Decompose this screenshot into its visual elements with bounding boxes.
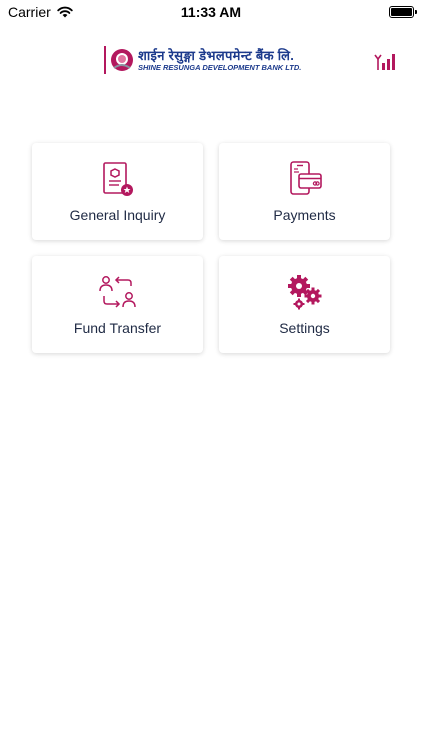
document-icon [102,162,133,196]
transfer-icon [98,276,136,308]
logo-bar [104,46,106,74]
settings-label: Settings [279,320,330,336]
general-inquiry-label: General Inquiry [69,207,166,223]
fund-transfer-card[interactable]: Fund Transfer [32,256,203,353]
screen: Carrier 11:33 AM शाईन रेसुङ्गा डेभलपमेन्… [0,0,422,750]
bank-name-nepali: शाईन रेसुङ्गा डेभलपमेन्ट बैंक लि. [138,47,295,63]
header: शाईन रेसुङ्गा डेभलपमेन्ट बैंक लि. SHINE … [0,44,422,80]
menu-grid: General Inquiry Payments Fund Transfer S… [32,143,390,353]
card-phone-icon [289,161,322,195]
settings-card[interactable]: Settings [219,256,390,353]
bank-logo: शाईन रेसुङ्गा डेभलपमेन्ट बैंक लि. SHINE … [104,46,301,74]
logo-mark-icon [111,49,133,71]
general-inquiry-card[interactable]: General Inquiry [32,143,203,240]
fund-transfer-label: Fund Transfer [73,320,162,336]
status-bar: Carrier 11:33 AM [0,0,422,24]
logo-text: शाईन रेसुङ्गा डेभलपमेन्ट बैंक लि. SHINE … [138,49,301,72]
payments-label: Payments [273,207,336,223]
payments-card[interactable]: Payments [219,143,390,240]
battery-icon [389,6,417,18]
bank-name-english: SHINE RESUNGA DEVELOPMENT BANK LTD. [138,62,302,72]
gears-icon [287,275,321,310]
signal-icon[interactable] [373,50,399,72]
status-time: 11:33 AM [180,4,242,20]
